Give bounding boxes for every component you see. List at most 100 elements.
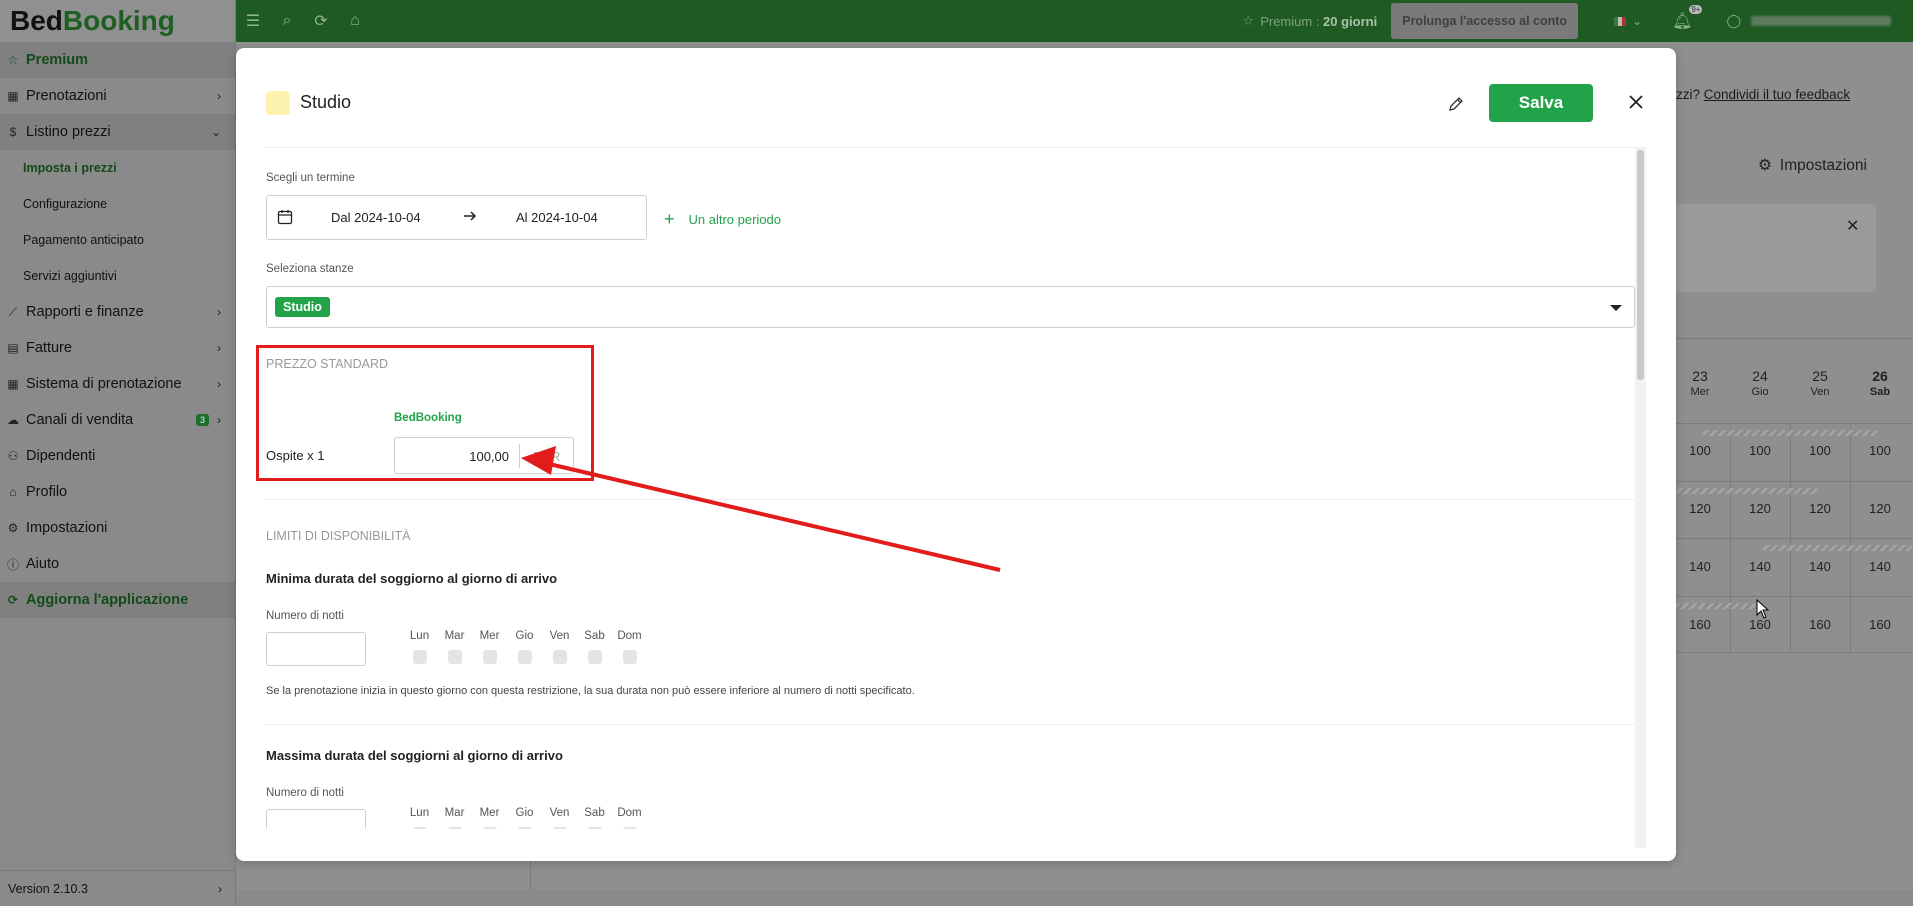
price-cell[interactable]: 120 [1730, 501, 1790, 516]
sidebar-item-prenotazioni[interactable]: ▦ Prenotazioni › [0, 78, 235, 114]
weekday-thu[interactable]: Gio [507, 807, 542, 829]
weekday-sat[interactable]: Sab [577, 630, 612, 664]
add-period-button[interactable]: + Un altro periodo [664, 209, 781, 230]
price-cell[interactable]: 140 [1670, 559, 1730, 574]
weekday-fri[interactable]: Ven [542, 630, 577, 664]
weekday-sun[interactable]: Dom [612, 807, 647, 829]
price-cell[interactable]: 140 [1850, 559, 1910, 574]
max-nights-input[interactable] [266, 809, 366, 829]
logo[interactable]: Bed Booking [0, 0, 235, 42]
checkbox[interactable] [517, 827, 532, 829]
user-icon[interactable]: ◯ [1726, 13, 1741, 29]
sidebar-item-label: Profilo [26, 484, 68, 500]
booking-stripe[interactable] [1676, 603, 1756, 609]
weekday-tue[interactable]: Mar [437, 630, 472, 664]
version-footer[interactable]: Version 2.10.3 › [0, 870, 236, 906]
price-cell[interactable]: 160 [1670, 617, 1730, 632]
close-icon[interactable] [1624, 90, 1648, 114]
checkbox[interactable] [552, 827, 567, 829]
weekday-fri[interactable]: Ven [542, 807, 577, 829]
weekday-label: Lun [409, 807, 430, 819]
price-cell[interactable]: 160 [1730, 617, 1790, 632]
chevron-down-icon[interactable]: ⌄ [1632, 14, 1642, 28]
weekday-thu[interactable]: Gio [507, 630, 542, 664]
sidebar-item-rapporti[interactable]: ⟋ Rapporti e finanze › [0, 294, 235, 330]
day-number: 23 [1692, 368, 1708, 384]
bell-icon[interactable]: 🔔︎ 9+ [1672, 5, 1703, 31]
weekday-mon[interactable]: Lun [402, 630, 437, 664]
price-cell[interactable]: 120 [1850, 501, 1910, 516]
user-name-blurred[interactable] [1751, 16, 1891, 26]
weekday-tue[interactable]: Mar [437, 807, 472, 829]
sidebar-item-canali-vendita[interactable]: ☁ Canali di vendita 3 › [0, 402, 235, 438]
checkbox[interactable] [552, 650, 567, 664]
weekday-sat[interactable]: Sab [577, 807, 612, 829]
sidebar-item-aiuto[interactable]: ⓘ Aiuto [0, 546, 235, 582]
sidebar-item-dipendenti[interactable]: ⚇ Dipendenti [0, 438, 235, 474]
search-icon[interactable]: ⌕ [270, 0, 304, 42]
scrollbar-thumb[interactable] [1637, 150, 1644, 380]
weekday-sun[interactable]: Dom [612, 630, 647, 664]
checkbox[interactable] [587, 827, 602, 829]
sidebar-item-aggiorna[interactable]: ⟳ Aggiorna l'applicazione [0, 582, 235, 618]
sidebar-item-fatture[interactable]: ▤ Fatture › [0, 330, 235, 366]
checkbox[interactable] [587, 650, 602, 664]
weekday-wed[interactable]: Mer [472, 630, 507, 664]
checkbox[interactable] [482, 827, 497, 829]
sidebar-subitem-imposta-prezzi[interactable]: Imposta i prezzi [0, 150, 235, 186]
refresh-icon[interactable]: ⟳ [304, 0, 338, 42]
sidebar-subitem-servizi-aggiuntivi[interactable]: Servizi aggiuntivi [0, 258, 235, 294]
save-button[interactable]: Salva [1489, 84, 1593, 122]
sidebar-item-listino-prezzi[interactable]: $ Listino prezzi ⌄ [0, 114, 235, 150]
settings-link[interactable]: ⚙ Impostazioni [1758, 156, 1867, 175]
checkbox[interactable] [447, 827, 462, 829]
price-cell[interactable]: 100 [1670, 443, 1730, 458]
price-cell[interactable]: 140 [1730, 559, 1790, 574]
menu-icon[interactable]: ☰ [236, 0, 270, 42]
room-chip[interactable]: Studio [275, 297, 330, 317]
checkbox[interactable] [412, 827, 427, 829]
price-cell[interactable]: 100 [1730, 443, 1790, 458]
flag-italy-icon[interactable] [1614, 16, 1627, 26]
booking-stripe[interactable] [1702, 430, 1878, 436]
checkbox[interactable] [482, 650, 497, 664]
price-cell[interactable]: 100 [1850, 443, 1910, 458]
sidebar-item-impostazioni[interactable]: ⚙ Impostazioni [0, 510, 235, 546]
date-to[interactable]: Al 2024-10-04 [516, 210, 598, 225]
date-from[interactable]: Dal 2024-10-04 [331, 210, 421, 225]
weekday-wed[interactable]: Mer [472, 807, 507, 829]
price-cell[interactable]: 120 [1790, 501, 1850, 516]
weekday-mon[interactable]: Lun [402, 807, 437, 829]
sidebar-subitem-pagamento-anticipato[interactable]: Pagamento anticipato [0, 222, 235, 258]
home-icon[interactable]: ⌂ [338, 0, 372, 42]
price-cell[interactable]: 160 [1850, 617, 1910, 632]
logo-text-booking: Booking [62, 5, 175, 36]
checkbox[interactable] [412, 650, 427, 664]
room-select[interactable]: Studio [266, 286, 1635, 328]
feedback-link[interactable]: Condividi il tuo feedback [1704, 87, 1850, 102]
sidebar-item-sistema-prenotazione[interactable]: ▦ Sistema di prenotazione › [0, 366, 235, 402]
date-range-picker[interactable]: Dal 2024-10-04 Al 2024-10-04 [266, 195, 647, 240]
checkbox[interactable] [622, 827, 637, 829]
price-cell[interactable]: 160 [1790, 617, 1850, 632]
checkbox[interactable] [622, 650, 637, 664]
close-icon[interactable]: ✕ [1846, 216, 1859, 236]
chevron-right-icon: › [217, 413, 221, 427]
refresh-icon: ⟳ [7, 593, 19, 607]
booking-stripe[interactable] [1762, 545, 1913, 551]
weekday-label: Gio [515, 807, 534, 819]
sidebar-item-profilo[interactable]: ⌂ Profilo [0, 474, 235, 510]
edit-icon[interactable] [1444, 92, 1468, 116]
price-cell[interactable]: 120 [1670, 501, 1730, 516]
price-cell[interactable]: 140 [1790, 559, 1850, 574]
sidebar-subitem-label: Configurazione [23, 197, 108, 211]
sidebar-subitem-configurazione[interactable]: Configurazione [0, 186, 235, 222]
sidebar-item-premium[interactable]: ☆ Premium [0, 42, 235, 78]
min-nights-input[interactable] [266, 632, 366, 666]
notification-badge: 9+ [1689, 5, 1703, 14]
price-cell[interactable]: 100 [1790, 443, 1850, 458]
checkbox[interactable] [517, 650, 532, 664]
prolong-access-button[interactable]: Prolunga l'accesso al conto [1391, 3, 1579, 39]
booking-stripe[interactable] [1676, 488, 1818, 494]
checkbox[interactable] [447, 650, 462, 664]
